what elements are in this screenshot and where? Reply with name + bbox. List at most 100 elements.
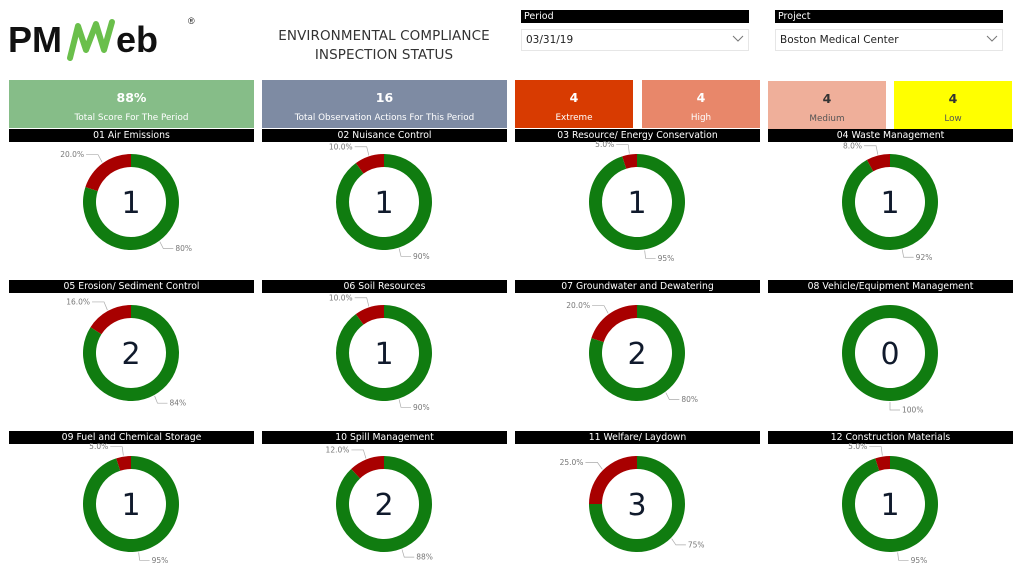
center-count: 1	[627, 186, 646, 221]
kpi-low: 4 Low	[894, 81, 1012, 130]
leader-line	[897, 552, 909, 561]
label-non-compliant: 8.0%	[843, 141, 862, 150]
donut-svg: 10.0% 90% 1	[329, 142, 432, 261]
donut-chart[interactable]: 5.0% 95% 1	[768, 442, 1013, 576]
pmweb-logo: PM eb ®	[8, 12, 208, 70]
donut-svg: 20.0% 80% 2	[566, 301, 698, 404]
center-count: 0	[880, 337, 899, 372]
kpi-value: 4	[948, 91, 958, 106]
donut-chart[interactable]: 10.0% 90% 1	[262, 293, 507, 431]
label-compliant: 92%	[916, 253, 933, 262]
kpi-total-score: 88% Total Score For The Period	[9, 80, 254, 128]
kpi-medium: 4 Medium	[768, 81, 886, 130]
kpi-value: 16	[375, 90, 394, 105]
center-count: 2	[627, 337, 646, 372]
chart-title: 02 Nuisance Control	[262, 129, 507, 142]
donut-chart[interactable]: 20.0% 80% 1	[9, 145, 254, 280]
center-count: 3	[627, 488, 646, 523]
svg-text:PM: PM	[8, 19, 62, 60]
project-dropdown[interactable]: Boston Medical Center	[775, 29, 1003, 51]
label-non-compliant: 12.0%	[326, 445, 350, 454]
chart-title: 10 Spill Management	[262, 431, 507, 444]
leader-line	[585, 462, 603, 470]
chevron-down-icon[interactable]	[986, 35, 998, 45]
leader-line	[354, 146, 370, 156]
chart-title: 11 Welfare/ Laydown	[515, 431, 760, 444]
center-count: 1	[880, 186, 899, 221]
label-compliant: 95%	[658, 254, 675, 263]
title-line-1: ENVIRONMENTAL COMPLIANCE	[278, 28, 490, 44]
label-compliant: 90%	[413, 403, 430, 412]
center-count: 1	[121, 186, 140, 221]
label-compliant: 95%	[152, 556, 169, 565]
donut-svg: 5.0% 95% 1	[842, 442, 938, 565]
donut-chart[interactable]: 10.0% 90% 1	[262, 142, 507, 280]
chart-title: 06 Soil Resources	[262, 280, 507, 293]
donut-chart[interactable]: 20.0% 80% 2	[515, 296, 760, 431]
kpi-value: 4	[696, 90, 706, 105]
kpi-label: Low	[944, 114, 962, 124]
leader-line	[665, 392, 680, 400]
donut-chart[interactable]: 100% 0	[768, 296, 1013, 431]
chart-title: 04 Waste Management	[768, 129, 1013, 142]
donut-chart[interactable]: 16.0% 84% 2	[9, 296, 254, 431]
kpi-value: 88%	[116, 90, 147, 105]
leader-line	[351, 449, 367, 459]
leader-line	[901, 249, 914, 258]
donut-chart[interactable]: 5.0% 95% 1	[515, 140, 760, 280]
donut-svg: 20.0% 80% 1	[60, 150, 192, 253]
leader-line	[154, 395, 168, 404]
label-non-compliant: 10.0%	[329, 293, 353, 302]
period-label: Period	[521, 10, 749, 23]
label-compliant: 80%	[681, 395, 698, 404]
chart-title: 03 Resource/ Energy Conservation	[515, 129, 760, 142]
label-non-compliant: 5.0%	[89, 442, 108, 451]
leader-line	[671, 538, 686, 546]
label-compliant: 90%	[413, 252, 430, 261]
label-compliant: 95%	[911, 556, 928, 565]
donut-chart[interactable]: 5.0% 95% 1	[9, 442, 254, 576]
kpi-total-actions: 16 Total Observation Actions For This Pe…	[262, 80, 507, 128]
leader-line	[869, 446, 883, 456]
label-compliant: 88%	[416, 553, 433, 562]
donut-svg: 8.0% 92% 1	[842, 141, 938, 262]
chart-title: 07 Groundwater and Dewatering	[515, 280, 760, 293]
slice-non-compliant[interactable]	[90, 305, 131, 335]
donut-svg: 5.0% 95% 1	[83, 442, 180, 565]
leader-line	[401, 549, 415, 558]
svg-text:eb: eb	[116, 19, 158, 60]
label-non-compliant: 5.0%	[595, 140, 614, 149]
center-count: 2	[121, 337, 140, 372]
label-non-compliant: 16.0%	[66, 297, 90, 306]
donut-svg: 25.0% 75% 3	[560, 456, 705, 552]
label-compliant: 84%	[169, 399, 186, 408]
label-non-compliant: 20.0%	[566, 301, 590, 310]
leader-line	[110, 446, 124, 456]
period-dropdown[interactable]: 03/31/19	[521, 29, 749, 51]
title-line-2: INSPECTION STATUS	[314, 47, 454, 63]
donut-svg: 16.0% 84% 2	[66, 297, 186, 408]
leader-line	[889, 402, 900, 411]
chart-title: 12 Construction Materials	[768, 431, 1013, 444]
period-value: 03/31/19	[526, 34, 574, 46]
donut-svg: 12.0% 88% 2	[326, 445, 433, 562]
kpi-label: Total Observation Actions For This Perio…	[294, 113, 475, 123]
kpi-label: Extreme	[555, 113, 593, 123]
donut-chart[interactable]: 8.0% 92% 1	[768, 141, 1013, 280]
donut-chart[interactable]: 12.0% 88% 2	[262, 445, 507, 576]
leader-line	[398, 399, 411, 408]
donut-svg: 100% 0	[841, 305, 938, 415]
kpi-high: 4 High	[642, 80, 760, 128]
leader-line	[86, 154, 103, 163]
donut-chart[interactable]: 25.0% 75% 3	[515, 447, 760, 576]
leader-line	[398, 248, 411, 257]
dashboard: PM eb ® ENVIRONMENTAL COMPLIANCE INSPECT…	[0, 0, 1024, 576]
label-non-compliant: 5.0%	[848, 442, 867, 451]
chart-title: 09 Fuel and Chemical Storage	[9, 431, 254, 444]
chart-title: 01 Air Emissions	[9, 129, 254, 142]
kpi-value: 4	[569, 90, 579, 105]
leader-line	[92, 301, 108, 311]
label-compliant: 80%	[175, 244, 192, 253]
chevron-down-icon[interactable]	[732, 35, 744, 45]
chart-title: 05 Erosion/ Sediment Control	[9, 280, 254, 293]
